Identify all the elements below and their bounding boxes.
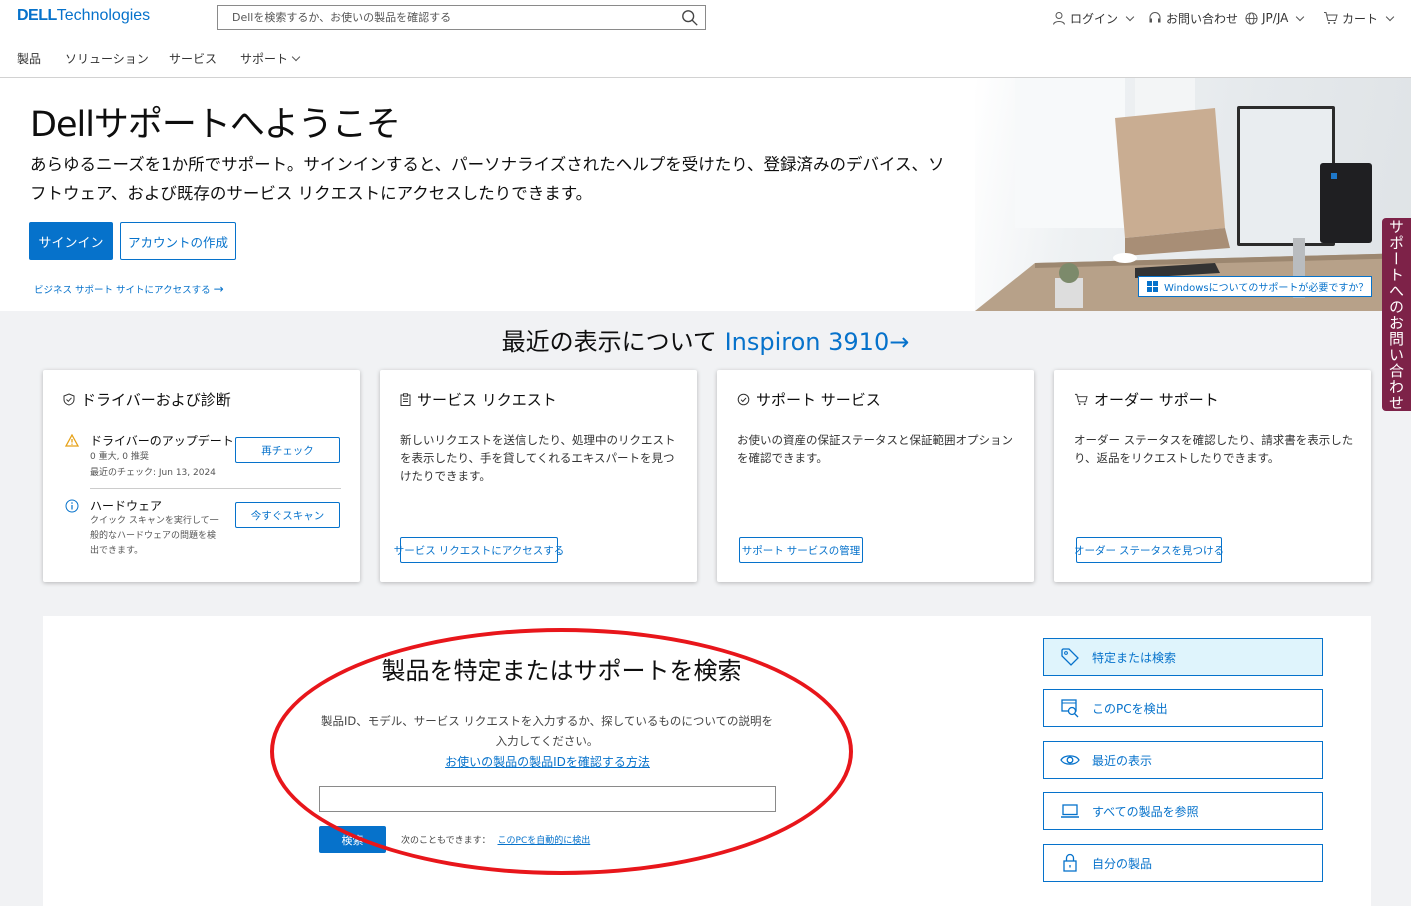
clipboard-icon <box>400 393 411 406</box>
business-support-link[interactable]: ビジネス サポート サイトにアクセスする → <box>34 282 224 296</box>
search-icon[interactable] <box>681 9 699 27</box>
site-search <box>217 5 706 30</box>
quick-link-recent[interactable]: 最近の表示 <box>1043 741 1323 779</box>
user-icon <box>1053 12 1065 25</box>
chevron-down-icon <box>1385 12 1395 21</box>
identify-search-button[interactable]: 検索 <box>319 826 386 853</box>
also-can-text: 次のこともできます： このPCを自動的に検出 <box>401 836 591 846</box>
login-menu[interactable]: ログイン <box>1052 10 1135 26</box>
badge-check-icon <box>737 393 750 406</box>
card-divider <box>90 488 341 489</box>
service-request-card: サービス リクエスト 新しいリクエストを送信したり、処理中のリクエストを表示した… <box>380 370 697 582</box>
quick-link-identify[interactable]: 特定または検索 <box>1043 638 1323 676</box>
driver-update-counts: 0 重大, 0 推奨 <box>90 452 149 462</box>
nav-support[interactable]: サポート <box>240 50 301 67</box>
shield-icon <box>63 393 75 406</box>
nav-solutions[interactable]: ソリューション <box>65 50 149 67</box>
tag-icon <box>1061 648 1079 666</box>
info-icon <box>65 499 79 513</box>
chevron-down-icon <box>1296 12 1305 21</box>
login-label: ログイン <box>1070 11 1119 26</box>
support-service-description: お使いの資産の保証ステータスと保証範囲オプションを確認できます。 <box>737 433 1013 465</box>
identify-search-input[interactable] <box>319 786 776 812</box>
service-request-button[interactable]: サービス リクエストにアクセスする <box>394 537 564 563</box>
service-request-title: サービス リクエスト <box>400 389 557 410</box>
contact-support-side-tab[interactable]: サポートへのお問い合わせ <box>1382 218 1411 411</box>
recent-product-heading: 最近の表示について Inspiron 3910→ <box>501 328 910 356</box>
cart-icon <box>1074 393 1088 406</box>
locale-label: JP/JA <box>1262 11 1289 25</box>
chevron-down-icon <box>1125 12 1135 21</box>
headset-icon <box>1149 12 1161 23</box>
recheck-button[interactable]: 再チェック <box>235 437 340 463</box>
contact-link[interactable]: お問い合わせ <box>1148 10 1238 26</box>
driver-update-title: ドライバーのアップデート <box>90 434 234 448</box>
dell-logo[interactable]: DELLTechnologies <box>17 7 150 25</box>
search-input[interactable] <box>230 6 670 29</box>
scan-now-button[interactable]: 今すぐスキャン <box>235 502 340 528</box>
order-support-description: オーダー ステータスを確認したり、請求書を表示したり、返品をリクエストしたりでき… <box>1074 433 1354 465</box>
arrow-right-icon: → <box>213 282 224 296</box>
identify-description: 製品ID、モデル、サービス リクエストを入力するか、探しているものについての説明… <box>321 714 773 748</box>
eye-icon <box>1060 755 1080 765</box>
hardware-title: ハードウェア <box>90 499 163 513</box>
order-status-button[interactable]: オーダー ステータスを見つける <box>1074 537 1224 563</box>
quick-link-all-products[interactable]: すべての製品を参照 <box>1043 792 1323 830</box>
drivers-card-title: ドライバーおよび診断 <box>63 389 231 410</box>
identify-title: 製品を特定またはサポートを検索 <box>381 657 742 685</box>
hero-banner: Dellサポートへようこそ あらゆるニーズを1か所でサポート。サインインすると、… <box>0 78 1411 311</box>
laptop-icon <box>1061 804 1079 818</box>
cart-label: カート <box>1342 11 1379 26</box>
cart-icon <box>1324 12 1338 24</box>
windows-support-badge[interactable]: Windowsについてのサポートが必要ですか？ <box>1138 276 1372 297</box>
auto-detect-link[interactable]: このPCを自動的に検出 <box>498 836 591 846</box>
order-support-card: オーダー サポート オーダー ステータスを確認したり、請求書を表示したり、返品を… <box>1054 370 1371 582</box>
contact-label: お問い合わせ <box>1166 11 1239 26</box>
quick-link-my-products[interactable]: 自分の製品 <box>1043 844 1323 882</box>
locale-menu[interactable]: JP/JA <box>1245 10 1305 26</box>
site-header: DELLTechnologies ログイン お問い合わせ JP/JA カート 製… <box>0 0 1411 78</box>
quick-link-detect-pc[interactable]: このPCを検出 <box>1043 689 1323 727</box>
hero-title: Dellサポートへようこそ <box>30 105 401 145</box>
hardware-description: クイック スキャンを実行して一般的なハードウェアの問題を検出できます。 <box>90 516 219 556</box>
warning-icon <box>65 434 79 447</box>
support-service-button[interactable]: サポート サービスの管理 <box>739 537 863 563</box>
globe-icon <box>1245 11 1258 25</box>
nav-services[interactable]: サービス <box>169 50 217 67</box>
lock-icon <box>1063 853 1077 872</box>
recent-product-link[interactable]: Inspiron 3910→ <box>725 328 910 356</box>
order-support-title: オーダー サポート <box>1074 389 1219 410</box>
windows-icon <box>1147 281 1158 292</box>
support-service-title: サポート サービス <box>737 389 881 410</box>
detect-pc-icon <box>1061 699 1079 718</box>
cart-menu[interactable]: カート <box>1323 10 1395 26</box>
find-product-id-link[interactable]: お使いの製品の製品IDを確認する方法 <box>270 753 825 770</box>
chevron-down-icon <box>291 52 301 62</box>
drivers-card: ドライバーおよび診断 ドライバーのアップデート 0 重大, 0 推奨 最近のチェ… <box>43 370 360 582</box>
driver-last-check: 最近のチェック: Jun 13, 2024 <box>90 468 216 478</box>
create-account-button[interactable]: アカウントの作成 <box>120 222 236 260</box>
hero-description: あらゆるニーズを1か所でサポート。サインインすると、パーソナライズされたヘルプを… <box>30 155 945 203</box>
nav-products[interactable]: 製品 <box>17 50 41 67</box>
support-service-card: サポート サービス お使いの資産の保証ステータスと保証範囲オプションを確認できま… <box>717 370 1034 582</box>
sign-in-button[interactable]: サインイン <box>29 222 113 260</box>
service-request-description: 新しいリクエストを送信したり、処理中のリクエストを表示したり、手を貸してくれるエ… <box>400 433 676 483</box>
